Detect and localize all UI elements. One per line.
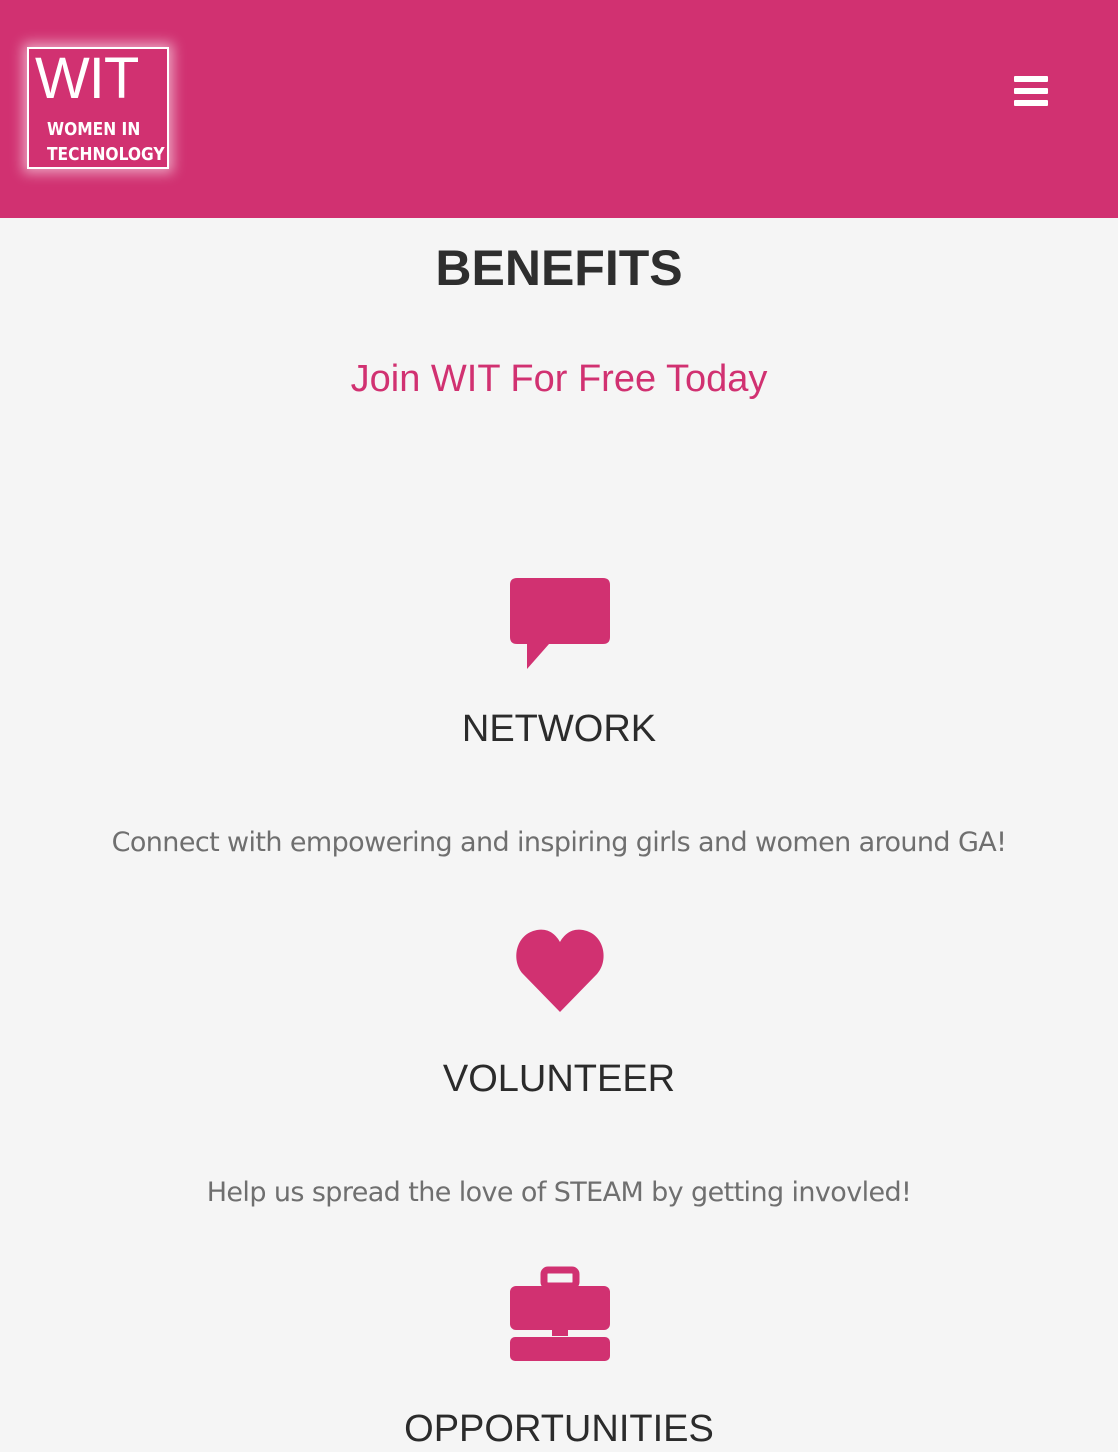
logo-wordmark: WIT (35, 46, 139, 111)
join-wit-link[interactable]: Join WIT For Free Today (0, 354, 1118, 404)
menu-bar-top (1014, 76, 1048, 82)
opportunities-title: OPPORTUNITIES (404, 1408, 714, 1450)
logo-tagline: WOMEN IN TECHNOLOGY (47, 117, 165, 167)
briefcase-icon (505, 1266, 615, 1366)
volunteer-description: Help us spread the love of STEAM by gett… (206, 1177, 912, 1208)
menu-bar-middle (1014, 88, 1048, 94)
logo-tagline-line1: WOMEN IN (47, 119, 141, 140)
benefits-heading: BENEFITS (435, 240, 683, 296)
network-description: Connect with empowering and inspiring gi… (111, 827, 1007, 858)
logo-tagline-line2: TECHNOLOGY (47, 144, 165, 165)
menu-bar-bottom (1014, 100, 1048, 106)
heart-icon (505, 924, 615, 1024)
speech-bubble-icon (505, 574, 615, 674)
site-header: WIT WOMEN IN TECHNOLOGY (0, 0, 1118, 218)
hamburger-menu-icon[interactable] (1006, 68, 1056, 116)
wit-logo[interactable]: WIT WOMEN IN TECHNOLOGY (27, 47, 169, 169)
volunteer-title: VOLUNTEER (442, 1058, 676, 1100)
network-title: NETWORK (461, 708, 657, 750)
